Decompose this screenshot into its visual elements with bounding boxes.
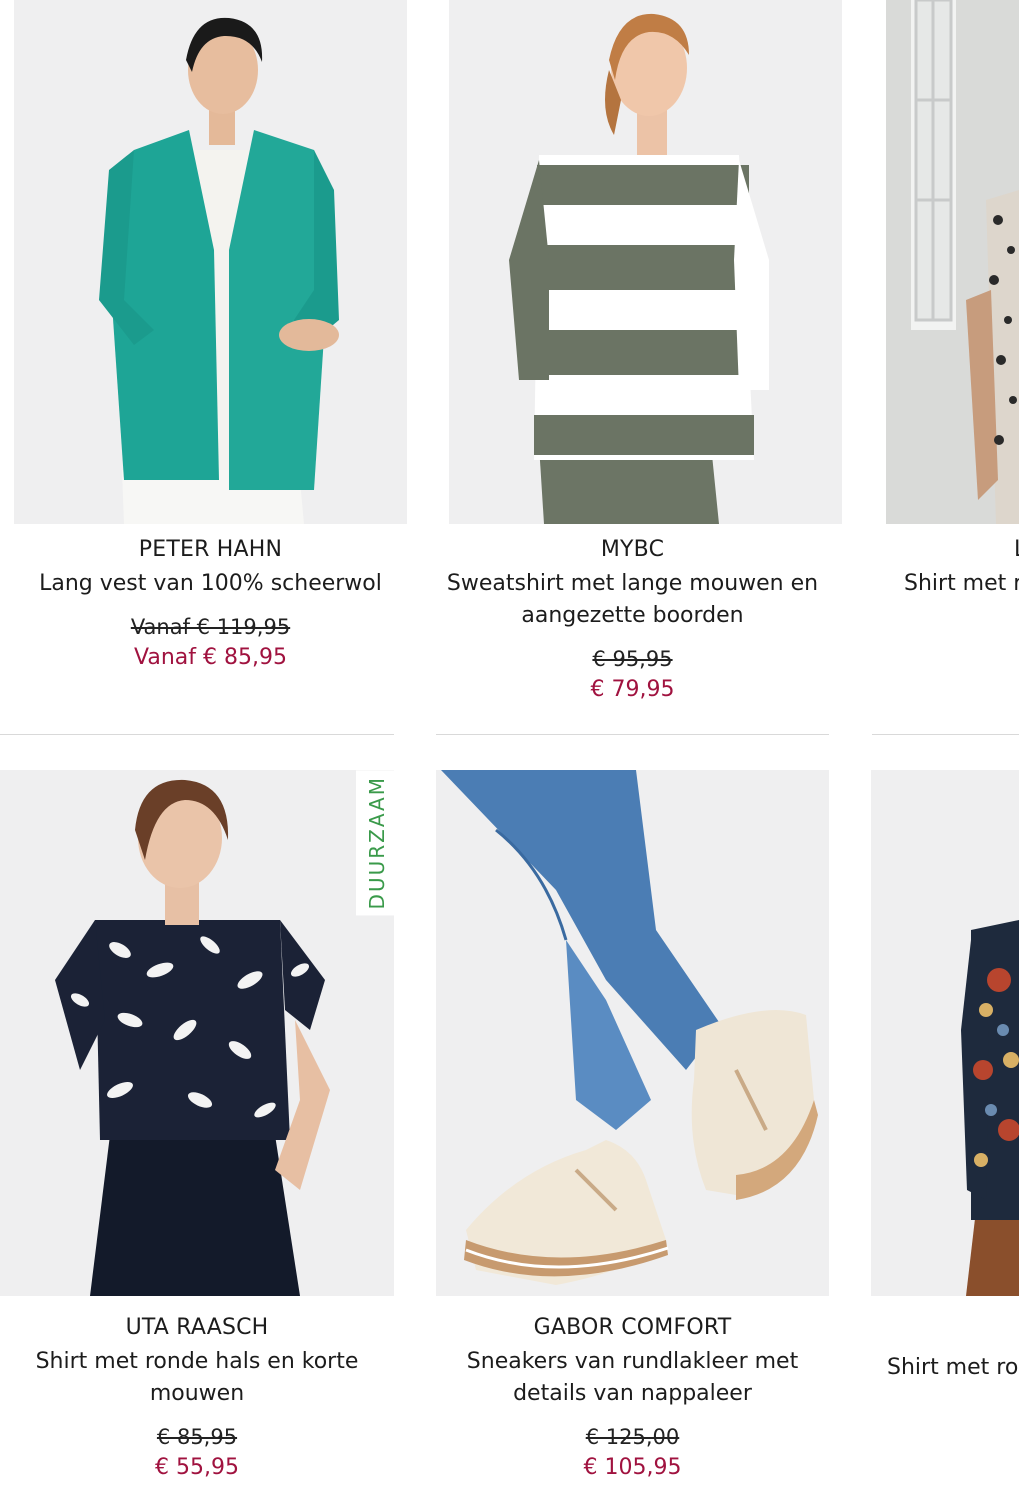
original-price: € 125,00 <box>585 1425 680 1449</box>
product-title[interactable]: Lang vest van 100% scheerwol <box>14 568 407 600</box>
product-card[interactable]: Shirt met ro <box>871 770 1019 1507</box>
row-divider <box>436 734 829 735</box>
product-title[interactable]: Shirt met ronde hals en korte mouwen <box>0 1346 394 1410</box>
sale-price: € 79,95 <box>590 677 675 702</box>
original-price: € 85,95 <box>156 1425 238 1449</box>
product-card[interactable]: PETER HAHN Lang vest van 100% scheerwol … <box>0 0 410 730</box>
row-divider <box>872 734 1019 735</box>
original-price: Vanaf € 119,95 <box>130 615 291 639</box>
product-card[interactable]: MYBC Sweatshirt met lange mouwen en aang… <box>436 0 843 730</box>
product-image[interactable] <box>871 770 1019 1296</box>
product-image[interactable] <box>436 770 829 1296</box>
product-card[interactable]: L Shirt met r <box>872 0 1019 730</box>
product-title[interactable]: Shirt met ro <box>871 1352 1019 1384</box>
sale-price: Vanaf € 85,95 <box>134 645 287 670</box>
row-divider <box>0 734 394 735</box>
product-brand[interactable]: L <box>872 536 1019 564</box>
sale-price: € 55,95 <box>155 1455 239 1480</box>
product-brand[interactable]: MYBC <box>436 536 829 564</box>
sustainability-badge: DUURZAAM <box>356 770 398 916</box>
product-card[interactable]: GABOR COMFORT Sneakers van rundlakleer m… <box>436 770 831 1507</box>
product-title[interactable]: Shirt met r <box>872 568 1019 600</box>
product-brand[interactable]: PETER HAHN <box>14 536 407 564</box>
product-image[interactable] <box>449 0 842 524</box>
product-title[interactable]: Sweatshirt met lange mouwen en aangezett… <box>436 568 829 632</box>
product-image[interactable] <box>14 0 407 524</box>
product-image[interactable] <box>886 0 1019 524</box>
product-image[interactable] <box>0 770 394 1296</box>
original-price: € 95,95 <box>592 647 673 671</box>
product-card[interactable]: DUURZAAM UTA RAASCH Shirt met ronde hals… <box>0 770 398 1507</box>
product-title[interactable]: Sneakers van rundlakleer met details van… <box>436 1346 829 1410</box>
sale-price: € 105,95 <box>583 1455 682 1480</box>
product-brand[interactable]: UTA RAASCH <box>0 1314 394 1342</box>
product-brand[interactable]: GABOR COMFORT <box>436 1314 829 1342</box>
